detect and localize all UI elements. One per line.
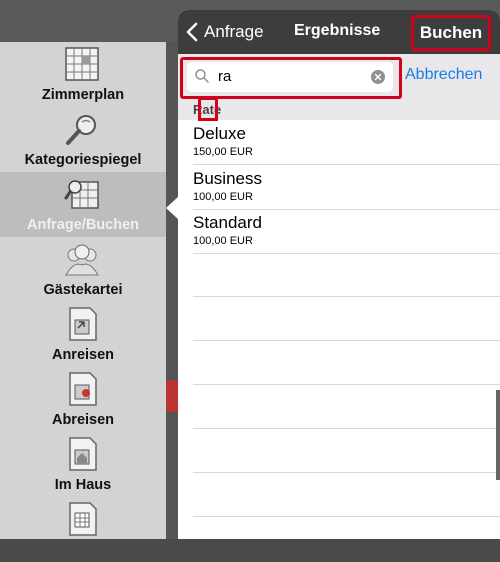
sidebar-item-kategoriespiegel[interactable]: Kategoriespiegel [0,107,166,172]
list-separator [193,516,500,517]
in-house-icon [69,437,97,471]
search-input[interactable]: ra [187,62,393,92]
sidebar-item-zimmerplan[interactable]: Zimmerplan [0,42,166,107]
sidebar-item-label: Anreisen [51,347,115,363]
sidebar-item-label: Abreisen [51,412,115,428]
rate-row-business[interactable]: Business 100,00 EUR [193,165,500,210]
sidebar-item-anfrage-buchen[interactable]: Anfrage/Buchen [0,172,166,237]
sidebar-item-label: Im Haus [54,477,112,493]
list-separator [193,428,500,429]
request-booking-icon [64,180,99,209]
room-plan-icon [65,47,99,81]
list-separator [193,340,500,341]
sidebar-item-report[interactable] [0,497,166,562]
search-bar: ra Abbrechen [178,54,500,100]
rate-row-standard[interactable]: Standard 100,00 EUR [193,209,500,254]
list-separator [193,472,500,473]
chevron-left-icon [186,22,198,42]
rate-price: 100,00 EUR [193,235,253,247]
arrivals-icon [69,307,97,341]
report-icon [69,502,97,536]
guest-list-icon [65,244,99,276]
rate-price: 100,00 EUR [193,191,253,203]
rate-name: Deluxe [193,124,246,143]
book-button[interactable]: Buchen [411,15,491,51]
rate-price: 150,00 EUR [193,146,253,158]
popover-nav-bar: Anfrage Ergebnisse Buchen [178,10,500,54]
background-scrollbar[interactable] [496,390,500,480]
sidebar-item-label: Anfrage/Buchen [27,217,139,233]
sidebar-item-label: Kategoriespiegel [24,152,142,168]
sidebar-item-label: Zimmerplan [41,87,125,103]
cancel-button[interactable]: Abbrechen [405,66,482,84]
sidebar-item-abreisen[interactable]: Abreisen [0,367,166,432]
back-button-label: Anfrage [204,22,264,41]
sidebar-item-im-haus[interactable]: Im Haus [0,432,166,497]
back-button[interactable]: Anfrage [186,20,264,44]
clear-icon[interactable] [371,70,385,84]
rate-row-deluxe[interactable]: Deluxe 150,00 EUR [193,120,500,165]
search-icon [195,69,209,83]
category-mirror-icon [66,115,96,145]
sidebar-item-label: Gästekartei [43,282,123,298]
sidebar-item-anreisen[interactable]: Anreisen [0,302,166,367]
list-separator [193,384,500,385]
rate-name: Business [193,169,262,188]
sidebar: Zimmerplan Kategoriespiegel Anfrage/Buch… [0,42,166,539]
results-popover: Anfrage Ergebnisse Buchen ra Abbrechen R… [178,10,500,539]
popover-title: Ergebnisse [294,22,381,39]
sidebar-item-gaestekartei[interactable]: Gästekartei [0,237,166,302]
list-separator [193,296,500,297]
search-input-value: ra [218,68,232,85]
section-highlight [198,97,218,121]
departures-icon [69,372,97,406]
rate-name: Standard [193,213,262,232]
section-header: Rate [178,97,500,121]
